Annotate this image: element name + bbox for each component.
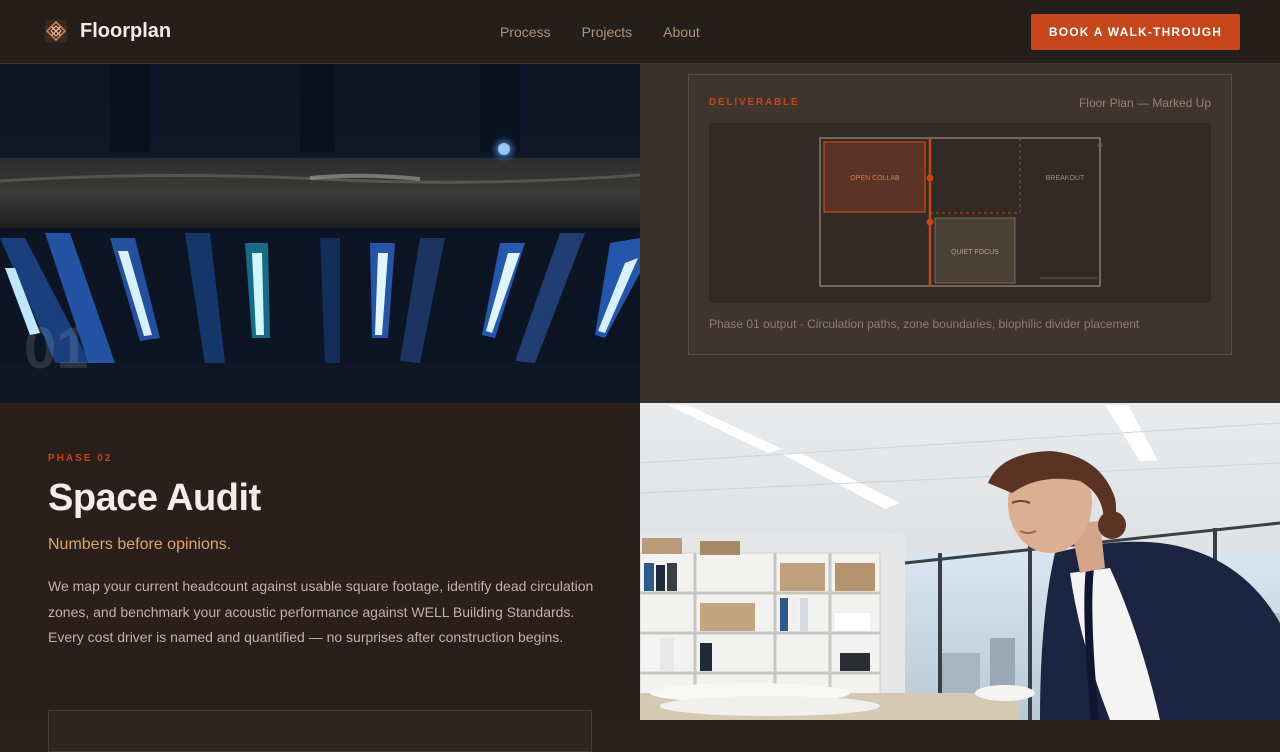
book-walkthrough-button[interactable]: BOOK A WALK-THROUGH <box>1031 14 1240 50</box>
brand[interactable]: Floorplan <box>44 19 171 43</box>
ceiling-illustration <box>0 63 640 403</box>
brand-name: Floorplan <box>80 19 172 42</box>
section-title: Space Audit <box>48 477 261 519</box>
phase-label: PHASE 02 <box>48 453 113 464</box>
floor-plan-svg: OPEN COLLAB BREAKOUT QUIET FOCUS <box>819 137 1103 287</box>
deliverable-title: Floor Plan — Marked Up <box>1078 96 1211 110</box>
audit-detail-card <box>48 710 592 752</box>
deliverable-caption: Phase 01 output · Circulation paths, zon… <box>709 317 1140 331</box>
office-photo <box>640 403 1280 720</box>
deliverable-card: DELIVERABLE Floor Plan — Marked Up OPEN … <box>688 74 1232 355</box>
nav-links: Process Projects About <box>500 24 700 40</box>
deliverable-panel: DELIVERABLE Floor Plan — Marked Up OPEN … <box>640 63 1280 403</box>
phase-02-section: PHASE 02 Space Audit Numbers before opin… <box>0 403 640 752</box>
ceiling-photo: 01 <box>0 63 640 403</box>
zone-breakout: BREAKOUT <box>1046 175 1085 182</box>
zone-quiet-focus: QUIET FOCUS <box>951 249 999 256</box>
nav-link-about[interactable]: About <box>663 24 700 40</box>
section-subtitle: Numbers before opinions. <box>48 536 232 553</box>
phase-number: 01 <box>24 316 89 381</box>
section-body: We map your current headcount against us… <box>48 578 594 646</box>
floor-plan-diagram: OPEN COLLAB BREAKOUT QUIET FOCUS <box>709 123 1211 303</box>
nav-link-projects[interactable]: Projects <box>582 24 633 40</box>
nav-link-process[interactable]: Process <box>500 24 551 40</box>
zone-open-collab: OPEN COLLAB <box>850 175 900 182</box>
diamond-grid-logo-icon <box>45 20 67 42</box>
top-nav: Floorplan Process Projects About BOOK A … <box>0 0 1280 64</box>
deliverable-label: DELIVERABLE <box>709 97 800 108</box>
office-illustration <box>640 403 1280 720</box>
